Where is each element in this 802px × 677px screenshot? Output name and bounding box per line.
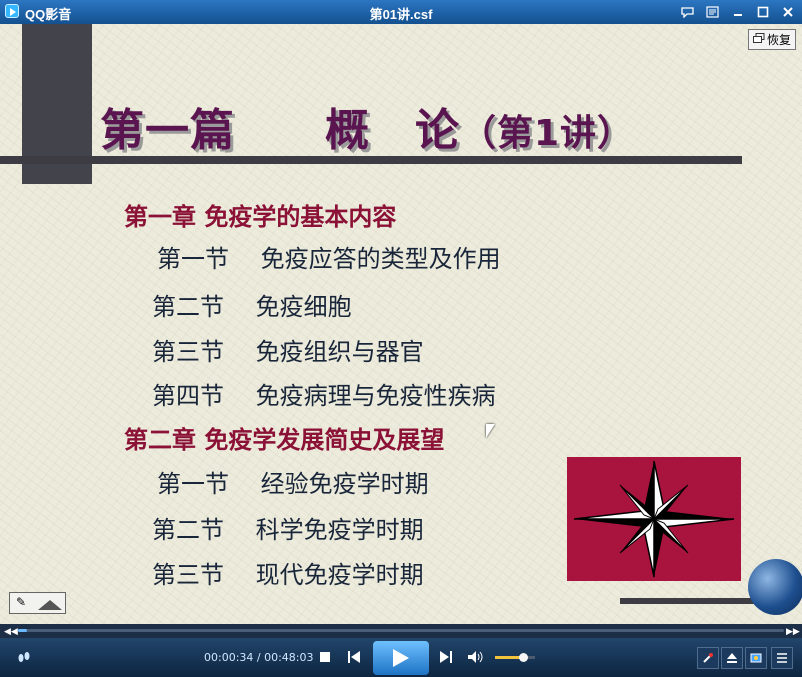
title-bar: QQ影音 第01讲.csf bbox=[0, 0, 802, 24]
slide-title-main: 第一篇 概 论 bbox=[100, 105, 460, 156]
chat-bubble-icon[interactable] bbox=[679, 3, 696, 20]
minimize-button[interactable] bbox=[729, 3, 746, 20]
progress-fill bbox=[18, 629, 28, 632]
footprint-icon[interactable] bbox=[16, 649, 32, 665]
chapter-2-heading: 第二章 免疫学发展简史及展望 bbox=[124, 425, 445, 454]
next-button[interactable] bbox=[438, 650, 454, 664]
slide-navigation-button[interactable]: ✎ bbox=[9, 592, 66, 614]
screenshot-icon[interactable] bbox=[745, 647, 767, 669]
progress-track[interactable] bbox=[18, 629, 784, 632]
compass-rose-image bbox=[567, 457, 741, 581]
stop-button[interactable] bbox=[318, 650, 332, 664]
decor-bottom-bar bbox=[620, 598, 760, 604]
slide-title-lesson: （第1讲） bbox=[460, 113, 635, 154]
pen-icon: ✎ bbox=[16, 595, 27, 609]
eject-icon[interactable] bbox=[721, 647, 743, 669]
video-area[interactable]: 第一篇 概 论（第1讲） 恢复 第一章 免疫学的基本内容 第一节 免疫应答的类型… bbox=[0, 24, 802, 624]
seek-forward-icon[interactable]: ▶▶ bbox=[786, 625, 800, 637]
triangle-icon bbox=[38, 600, 62, 610]
time-display: 00:00:34 / 00:48:03 bbox=[204, 651, 314, 664]
app-name: QQ影音 bbox=[25, 7, 72, 22]
menu-list-icon[interactable] bbox=[771, 647, 793, 669]
maximize-button[interactable] bbox=[754, 3, 771, 20]
restore-window-icon bbox=[752, 32, 765, 47]
close-button[interactable] bbox=[779, 3, 796, 20]
volume-icon[interactable] bbox=[467, 650, 485, 664]
restore-button[interactable]: 恢复 bbox=[748, 29, 796, 50]
play-button[interactable] bbox=[373, 641, 429, 675]
control-bar: 00:00:34 / 00:48:03 bbox=[0, 638, 802, 677]
seek-back-icon[interactable]: ◀◀ bbox=[4, 625, 18, 637]
chapter-1-heading: 第一章 免疫学的基本内容 bbox=[124, 202, 397, 231]
restore-label: 恢复 bbox=[766, 33, 791, 47]
volume-knob[interactable] bbox=[519, 653, 528, 662]
chapter-1-section-1: 第一节 免疫应答的类型及作用 bbox=[157, 245, 501, 273]
chapter-1-section-3: 第三节 免疫组织与器官 bbox=[152, 338, 424, 366]
chapter-2-section-1: 第一节 经验免疫学时期 bbox=[157, 470, 429, 498]
mouse-cursor-icon bbox=[486, 424, 495, 438]
chapter-1-section-4: 第四节 免疫病理与免疫性疾病 bbox=[152, 382, 496, 410]
qq-player-logo-icon bbox=[5, 4, 19, 18]
volume-slider[interactable] bbox=[495, 653, 535, 662]
seek-bar[interactable]: ◀◀ ▶▶ bbox=[0, 624, 802, 638]
chapter-2-section-2: 第二节 科学免疫学时期 bbox=[152, 516, 424, 544]
globe-image bbox=[748, 559, 802, 615]
window-controls bbox=[679, 3, 796, 20]
slide-title: 第一篇 概 论（第1讲） bbox=[100, 94, 634, 158]
chapter-1-section-2: 第二节 免疫细胞 bbox=[152, 293, 352, 321]
toolbox-icon[interactable] bbox=[697, 647, 719, 669]
chapter-2-section-3: 第三节 现代免疫学时期 bbox=[152, 561, 424, 589]
previous-button[interactable] bbox=[346, 650, 362, 664]
playlist-icon[interactable] bbox=[704, 3, 721, 20]
